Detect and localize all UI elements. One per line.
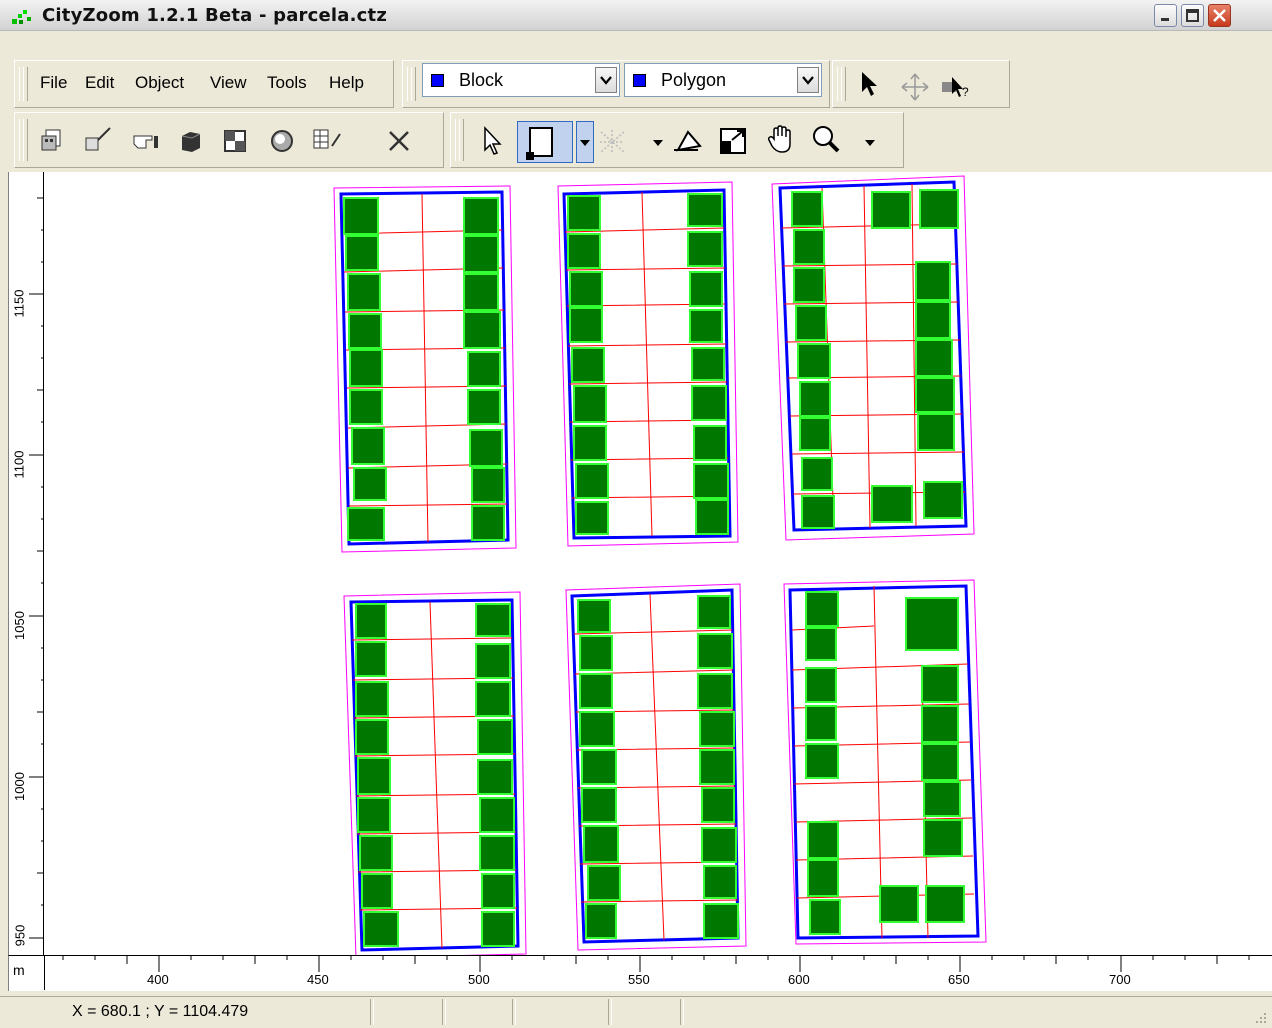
shape-type-select[interactable]: Polygon — [624, 63, 822, 97]
close-icon — [1213, 9, 1226, 22]
y-tick-1000: 1000 — [11, 772, 27, 801]
chevron-down-icon — [600, 76, 612, 85]
city-block[interactable] — [771, 175, 975, 541]
ruler-unit-label: m — [13, 962, 25, 978]
dropdown-arrow-icon[interactable] — [864, 138, 876, 148]
shape-type-dropdown[interactable] — [797, 67, 819, 93]
close-button[interactable] — [1208, 4, 1231, 27]
menu-view[interactable]: View — [210, 73, 247, 93]
cityzoom-app-icon — [12, 10, 31, 24]
drawing-canvas[interactable] — [44, 172, 1272, 955]
pointer-icon[interactable] — [858, 70, 882, 98]
chevron-down-icon — [802, 76, 814, 85]
x-tick-500: 500 — [468, 972, 490, 987]
horizontal-ruler: m 400 450 500 550 600 650 700 — [8, 955, 1272, 991]
maximize-button[interactable] — [1181, 4, 1204, 27]
select-arrow-icon[interactable] — [480, 126, 504, 156]
status-separator — [680, 999, 684, 1025]
vertical-ruler: 1150 1100 1050 1000 950 — [8, 172, 45, 955]
menu-object[interactable]: Object — [135, 73, 184, 93]
x-tick-650: 650 — [948, 972, 970, 987]
window-icon[interactable] — [222, 128, 248, 154]
x-tick-550: 550 — [628, 972, 650, 987]
minimize-button[interactable] — [1154, 4, 1177, 27]
help-cursor-icon[interactable]: ? — [940, 74, 970, 100]
rectangle-tool-menu-button[interactable] — [576, 121, 594, 163]
move-icon[interactable] — [900, 72, 930, 102]
cursor-coordinates: X = 680.1 ; Y = 1104.479 — [72, 1003, 249, 1020]
zoom-extents-icon[interactable] — [718, 126, 748, 156]
polygon-tool-icon[interactable] — [672, 126, 706, 156]
x-tick-450: 450 — [307, 972, 329, 987]
cube-icon[interactable] — [178, 128, 204, 154]
status-separator — [370, 999, 374, 1025]
y-tick-1050: 1050 — [11, 611, 27, 640]
window-title: CityZoom 1.2.1 Beta - parcela.ctz — [42, 5, 388, 26]
status-separator — [608, 999, 612, 1025]
toolbar-grip[interactable] — [841, 67, 846, 101]
polygon-color-swatch — [633, 74, 646, 87]
y-tick-1150: 1150 — [11, 289, 27, 318]
status-separator — [512, 999, 516, 1025]
city-block[interactable] — [333, 185, 517, 553]
menu-edit[interactable]: Edit — [85, 73, 114, 93]
resize-grip-icon[interactable] — [1252, 1009, 1268, 1025]
x-tick-700: 700 — [1109, 972, 1131, 987]
toolbar-grip[interactable] — [23, 119, 28, 161]
city-block[interactable] — [565, 583, 747, 951]
object-type-value: Block — [459, 70, 504, 90]
menu-file[interactable]: File — [40, 73, 67, 93]
minimize-icon — [1161, 18, 1169, 21]
table-edit-icon[interactable] — [312, 126, 342, 154]
eraser-icon[interactable] — [84, 126, 114, 154]
status-bar: X = 680.1 ; Y = 1104.479 — [0, 996, 1272, 1028]
block-color-swatch — [431, 74, 444, 87]
zoom-icon[interactable] — [810, 124, 842, 156]
toolbar-grip[interactable] — [459, 119, 464, 161]
horizontal-ruler-ticks — [62, 956, 1250, 972]
ruler-corner: m — [9, 956, 45, 990]
globe-icon[interactable] — [268, 128, 296, 154]
svg-text:?: ? — [962, 85, 969, 99]
x-tick-600: 600 — [788, 972, 810, 987]
disabled-grid-icon[interactable] — [598, 128, 628, 156]
rectangle-tool-icon — [526, 127, 553, 160]
menu-tools[interactable]: Tools — [267, 73, 307, 93]
delete-icon[interactable] — [386, 128, 412, 154]
maximize-icon — [1186, 9, 1199, 22]
hand-pointer-icon[interactable] — [132, 130, 162, 152]
title-bar[interactable]: CityZoom 1.2.1 Beta - parcela.ctz — [0, 0, 1272, 31]
city-block[interactable] — [783, 579, 987, 945]
y-tick-950: 950 — [12, 924, 28, 947]
menu-help[interactable]: Help — [329, 73, 364, 93]
dropdown-arrow-icon[interactable] — [652, 138, 664, 148]
pan-hand-icon[interactable] — [766, 124, 796, 158]
rectangle-tool-button[interactable] — [517, 121, 573, 163]
object-type-select[interactable]: Block — [422, 63, 620, 97]
x-tick-400: 400 — [147, 972, 169, 987]
shape-type-value: Polygon — [661, 70, 727, 90]
object-type-dropdown[interactable] — [595, 67, 617, 93]
city-blocks-map[interactable] — [44, 172, 1272, 955]
city-block[interactable] — [557, 181, 739, 547]
dropdown-arrow-icon — [580, 140, 590, 146]
y-tick-1100: 1100 — [11, 450, 27, 479]
city-block[interactable] — [343, 591, 527, 955]
status-separator — [442, 999, 446, 1025]
toolbar-grip[interactable] — [411, 67, 416, 101]
toolbar-grip[interactable] — [23, 67, 28, 101]
buildings-icon[interactable] — [40, 128, 70, 154]
